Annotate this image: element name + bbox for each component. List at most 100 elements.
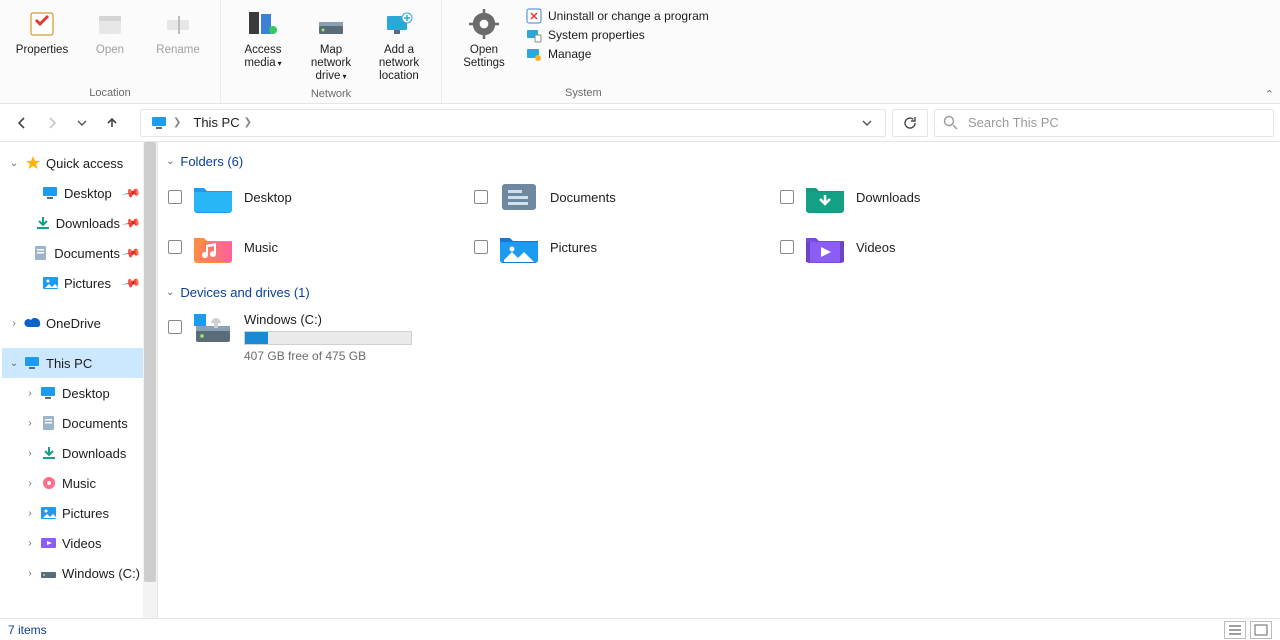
drives-group-header[interactable]: ⌄ Devices and drives (1) (162, 281, 1272, 308)
access-media-label: Access media▾ (233, 44, 293, 70)
pin-icon: 📌 (121, 213, 141, 233)
drive-item-c[interactable]: Windows (C:)407 GB free of 475 GB (162, 308, 1272, 363)
sidebar-item-label: Videos (62, 536, 102, 551)
sidebar-item-pc-cdrive[interactable]: ›Windows (C:) (2, 558, 155, 588)
sidebar-item-qa-pictures[interactable]: Pictures📌 (2, 268, 155, 298)
music-folder-icon (192, 230, 234, 264)
documents-folder-icon (498, 180, 540, 214)
address-bar[interactable]: ❯ This PC ❯ (140, 109, 886, 137)
expand-icon[interactable]: › (24, 388, 36, 399)
open-settings-button[interactable]: Open Settings (452, 4, 516, 87)
map-drive-button[interactable]: Map network drive▾ (299, 4, 363, 88)
this-pc-icon (151, 115, 169, 131)
folder-label: Videos (856, 240, 896, 255)
sidebar-item-pc-music[interactable]: ›Music (2, 468, 155, 498)
pin-icon: 📌 (121, 183, 141, 203)
uninstall-label: Uninstall or change a program (548, 9, 709, 23)
address-history-button[interactable] (855, 117, 879, 129)
checkbox[interactable] (168, 190, 182, 204)
sidebar-item-pc-downloads[interactable]: › Downloads (2, 438, 155, 468)
drives-group-label: Devices and drives (1) (180, 285, 309, 300)
sidebar-scrollbar[interactable] (143, 142, 157, 618)
manage-icon (526, 46, 542, 62)
sidebar-item-pc-desktop[interactable]: ›Desktop (2, 378, 155, 408)
refresh-button[interactable] (892, 109, 928, 137)
sidebar-item-label: Documents (54, 246, 120, 261)
chevron-right-icon: ❯ (173, 117, 181, 128)
sidebar-item-quick-access[interactable]: ⌄Quick access (2, 148, 155, 178)
drive-label: Windows (C:) (244, 312, 412, 327)
sidebar-item-qa-documents[interactable]: Documents📌 (2, 238, 155, 268)
access-media-button[interactable]: Access media▾ (231, 4, 295, 88)
checkbox[interactable] (474, 240, 488, 254)
manage-label: Manage (548, 47, 591, 61)
folder-item-music[interactable]: Music (168, 227, 468, 267)
cloud-icon (24, 314, 42, 332)
checkbox[interactable] (168, 320, 182, 334)
sidebar-item-label: This PC (46, 356, 92, 371)
back-button[interactable] (10, 111, 34, 135)
sidebar-item-this-pc[interactable]: ⌄ This PC (2, 348, 155, 378)
sidebar-item-qa-downloads[interactable]: Downloads📌 (2, 208, 155, 238)
up-button[interactable] (100, 111, 124, 135)
search-box[interactable] (934, 109, 1274, 137)
properties-icon (26, 8, 58, 40)
expand-icon[interactable]: › (24, 418, 36, 429)
system-properties-button[interactable]: System properties (526, 27, 709, 43)
checkbox[interactable] (168, 240, 182, 254)
manage-button[interactable]: Manage (526, 46, 709, 62)
drive-usage-bar (244, 331, 412, 345)
chevron-down-icon: ⌄ (166, 156, 174, 167)
folder-item-documents[interactable]: Documents (474, 177, 774, 217)
pc-icon (24, 354, 42, 372)
breadcrumb-root[interactable]: ❯ (147, 115, 185, 131)
checkbox[interactable] (474, 190, 488, 204)
expand-icon[interactable]: › (8, 318, 20, 329)
expand-icon[interactable]: › (24, 448, 36, 459)
folder-item-downloads[interactable]: Downloads (780, 177, 1080, 217)
properties-button[interactable]: Properties (10, 4, 74, 87)
checkbox[interactable] (780, 240, 794, 254)
expand-icon[interactable]: › (24, 538, 36, 549)
desktop-folder-icon (192, 180, 234, 214)
folders-group-header[interactable]: ⌄ Folders (6) (162, 150, 1272, 177)
sidebar-item-label: Downloads (56, 216, 120, 231)
open-settings-label: Open Settings (454, 44, 514, 70)
checkbox[interactable] (780, 190, 794, 204)
expand-icon[interactable]: ⌄ (8, 158, 20, 169)
sidebar-item-label: Downloads (62, 446, 126, 461)
open-button[interactable]: Open (78, 4, 142, 87)
rename-button[interactable]: Rename (146, 4, 210, 87)
picture-icon (40, 504, 58, 522)
recent-locations-button[interactable] (70, 111, 94, 135)
video-icon (40, 534, 58, 552)
drive-icon (192, 312, 234, 346)
sidebar-item-onedrive[interactable]: ›OneDrive (2, 308, 155, 338)
sidebar-item-label: Pictures (64, 276, 111, 291)
uninstall-program-button[interactable]: Uninstall or change a program (526, 8, 709, 24)
search-input[interactable] (966, 114, 1265, 131)
sidebar-item-pc-pictures[interactable]: ›Pictures (2, 498, 155, 528)
expand-icon[interactable]: › (24, 568, 36, 579)
forward-button[interactable] (40, 111, 64, 135)
collapse-ribbon-button[interactable]: ⌃ (1265, 88, 1274, 101)
sidebar-item-qa-desktop[interactable]: Desktop📌 (2, 178, 155, 208)
add-location-button[interactable]: Add a network location (367, 4, 431, 88)
doc-icon (40, 414, 58, 432)
folder-item-pictures[interactable]: Pictures (474, 227, 774, 267)
breadcrumb-current[interactable]: This PC ❯ (189, 115, 256, 130)
expand-icon[interactable]: › (24, 478, 36, 489)
expand-icon[interactable]: › (24, 508, 36, 519)
sidebar-item-pc-videos[interactable]: › Videos (2, 528, 155, 558)
details-view-button[interactable] (1224, 621, 1246, 639)
ribbon-group-network-label: Network (311, 88, 351, 102)
ribbon-group-location: Properties Open Rename Location (0, 0, 220, 103)
folder-item-desktop[interactable]: Desktop (168, 177, 468, 217)
folder-item-videos[interactable]: Videos (780, 227, 1080, 267)
tiles-view-button[interactable] (1250, 621, 1272, 639)
access-media-icon (247, 8, 279, 40)
expand-icon[interactable]: ⌄ (8, 358, 20, 369)
drive-icon (40, 564, 58, 582)
sidebar-item-pc-documents[interactable]: ›Documents (2, 408, 155, 438)
uninstall-icon (526, 8, 542, 24)
